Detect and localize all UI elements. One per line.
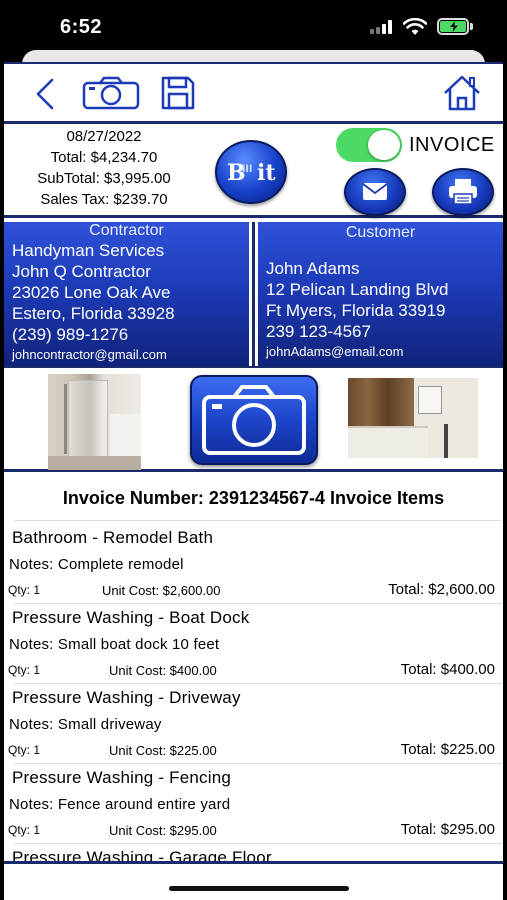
photos-section [4, 370, 503, 472]
job-photo-bathroom[interactable] [348, 378, 478, 458]
back-chevron-icon[interactable] [34, 78, 56, 110]
item-notes: Notes: Complete remodel [9, 556, 184, 573]
contacts-divider [249, 222, 258, 366]
invoice-date: 08/27/2022 [66, 128, 142, 145]
item-total: Total: $225.00 [400, 741, 495, 758]
item-unit-cost: Unit Cost: $2,600.00 [102, 583, 221, 598]
customer-email: johnAdams@email.com [266, 344, 404, 359]
customer-card[interactable]: Customer John Adams 12 Pelican Landing B… [258, 222, 503, 366]
item-unit-cost: Unit Cost: $400.00 [109, 663, 217, 678]
contractor-card[interactable]: Contractor Handyman Services John Q Cont… [4, 222, 249, 366]
list-item[interactable]: Pressure Washing - Driveway Notes: Small… [4, 684, 503, 764]
status-time: 6:52 [60, 16, 103, 38]
battery-tip [470, 23, 473, 30]
invoice-total: Total: $4,234.70 [50, 149, 158, 166]
contractor-address2: Estero, Florida 33928 [12, 304, 175, 323]
item-total: Total: $400.00 [400, 661, 495, 678]
email-button[interactable] [344, 168, 406, 216]
wifi-icon [403, 18, 427, 35]
contractor-title: Contractor [89, 222, 164, 239]
contractor-address1: 23026 Lone Oak Ave [12, 283, 171, 302]
camera-icon[interactable] [82, 76, 140, 110]
item-qty: Qty: 1 [8, 743, 41, 757]
customer-address1: 12 Pelican Landing Blvd [266, 280, 449, 299]
invoice-screen: 08/27/2022 Total: $4,234.70 SubTotal: $3… [4, 62, 503, 900]
item-title: Pressure Washing - Driveway [12, 688, 241, 707]
add-photo-button[interactable] [190, 375, 318, 465]
cellular-signal-icon [370, 20, 396, 34]
header-divider [14, 520, 501, 521]
customer-phone: 239 123-4567 [266, 322, 371, 341]
contractor-business: Handyman Services [12, 241, 165, 260]
item-notes: Notes: Fence around entire yard [9, 796, 231, 813]
summary-text: 08/27/2022 Total: $4,234.70 SubTotal: $3… [14, 126, 194, 210]
bill-it-logo-button[interactable]: B ill it [215, 140, 287, 204]
customer-name: John Adams [266, 259, 360, 278]
item-qty: Qty: 1 [8, 583, 41, 597]
item-unit-cost: Unit Cost: $225.00 [109, 743, 217, 758]
printer-icon [449, 179, 477, 205]
home-indicator[interactable] [169, 886, 349, 891]
item-unit-cost: Unit Cost: $295.00 [109, 823, 217, 838]
job-photo-shower[interactable] [48, 374, 141, 470]
save-icon[interactable] [161, 76, 195, 110]
invoice-sales-tax: Sales Tax: $239.70 [40, 191, 168, 208]
item-title: Pressure Washing - Boat Dock [12, 608, 250, 627]
item-title: Pressure Washing - Garage Floor [12, 848, 272, 864]
list-item[interactable]: Bathroom - Remodel Bath Notes: Complete … [4, 524, 503, 604]
svg-text:ill: ill [242, 164, 252, 175]
contractor-name: John Q Contractor [12, 262, 151, 281]
invoice-number-header: Invoice Number: 2391234567-4 Invoice Ite… [62, 488, 445, 508]
item-title: Pressure Washing - Fencing [12, 768, 232, 787]
invoice-items-list[interactable]: Invoice Number: 2391234567-4 Invoice Ite… [4, 474, 503, 864]
item-total: Total: $295.00 [400, 821, 495, 838]
svg-text:it: it [257, 160, 276, 186]
contacts-section: Contractor Handyman Services John Q Cont… [4, 220, 503, 368]
list-item[interactable]: Pressure Washing - Fencing Notes: Fence … [4, 764, 503, 844]
customer-title: Customer [345, 224, 416, 241]
envelope-icon [362, 183, 388, 200]
invoice-subtotal: SubTotal: $3,995.00 [37, 170, 171, 187]
contractor-phone: (239) 989-1276 [12, 325, 129, 344]
item-title: Bathroom - Remodel Bath [12, 528, 214, 547]
item-qty: Qty: 1 [8, 663, 41, 677]
list-item[interactable]: Pressure Washing - Garage Floor [4, 844, 503, 864]
item-qty: Qty: 1 [8, 823, 41, 837]
customer-address2: Ft Myers, Florida 33919 [266, 301, 446, 320]
status-bar: 6:52 [0, 0, 507, 52]
home-icon[interactable] [442, 74, 482, 112]
list-item[interactable]: Pressure Washing - Boat Dock Notes: Smal… [4, 604, 503, 684]
camera-icon [202, 385, 306, 455]
item-total: Total: $2,600.00 [388, 581, 495, 598]
contractor-email: johncontractor@gmail.com [12, 347, 167, 362]
toolbar [4, 62, 503, 124]
item-notes: Notes: Small boat dock 10 feet [9, 636, 220, 653]
item-notes: Notes: Small driveway [9, 716, 162, 733]
invoice-toggle-label: INVOICE [409, 134, 495, 156]
print-button[interactable] [432, 168, 494, 216]
invoice-toggle-knob[interactable] [368, 130, 400, 160]
battery-icon [437, 18, 469, 35]
invoice-summary: 08/27/2022 Total: $4,234.70 SubTotal: $3… [4, 126, 503, 218]
